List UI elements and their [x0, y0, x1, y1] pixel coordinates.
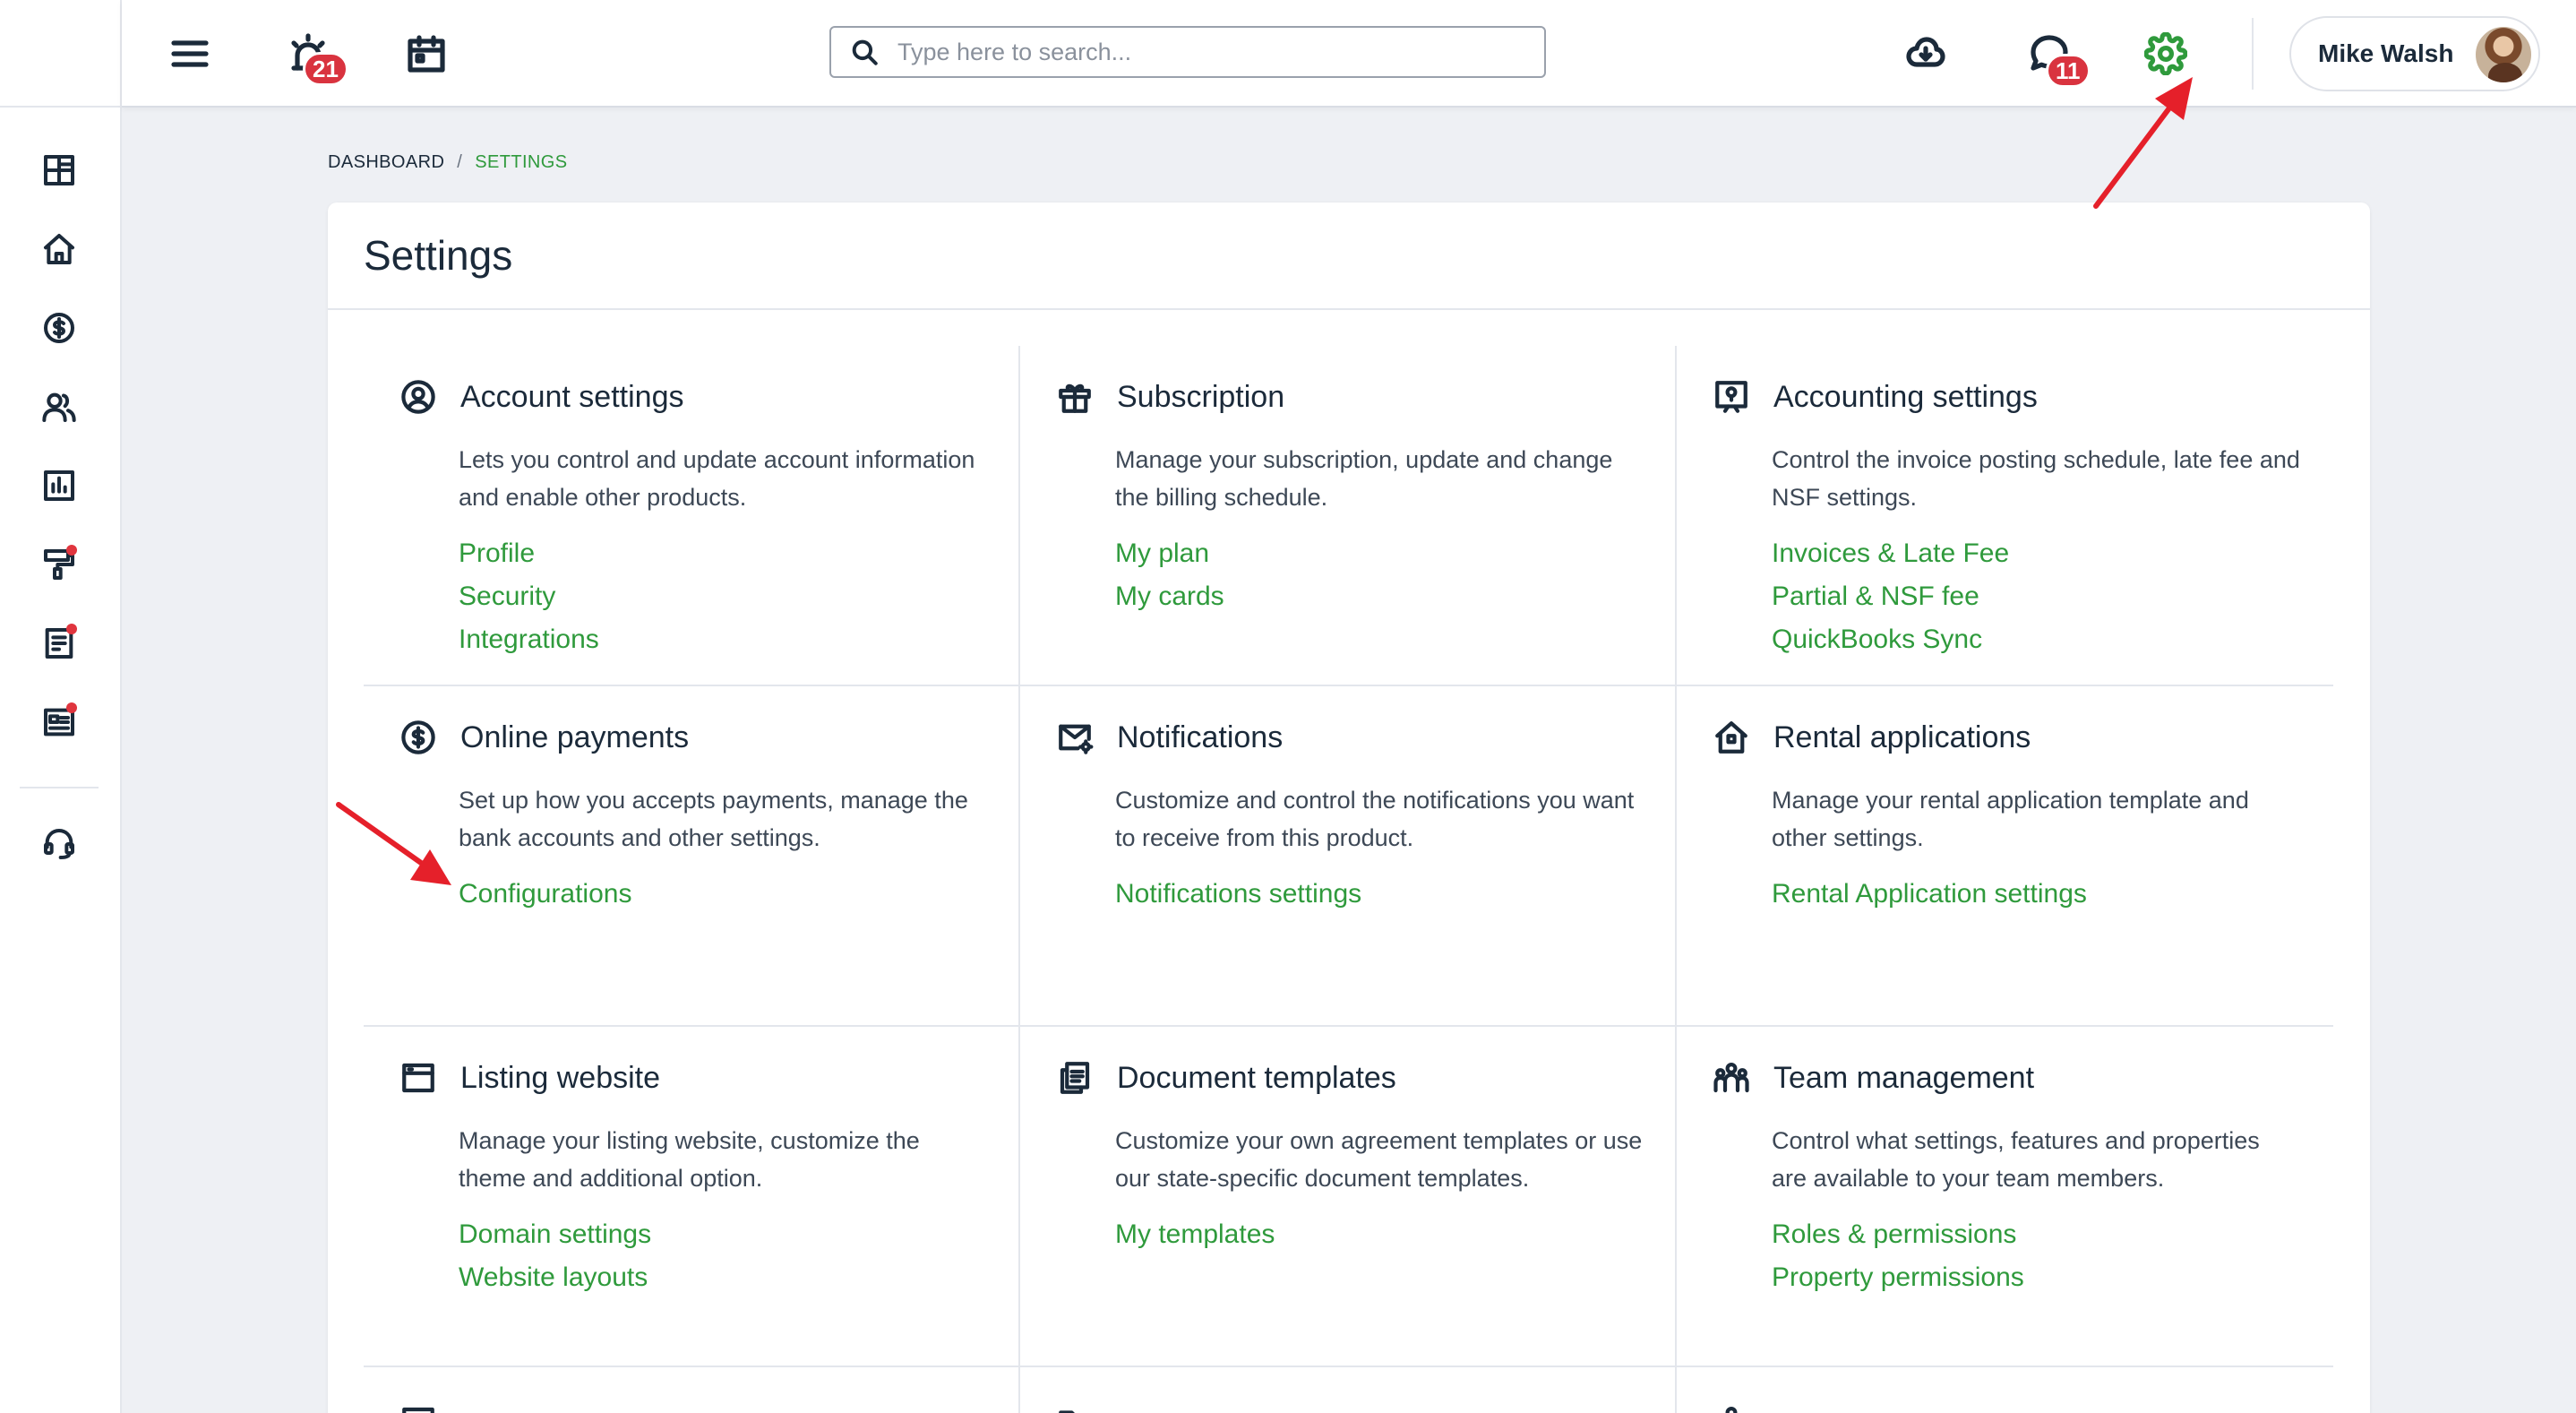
section-title: Account settings — [460, 379, 684, 414]
section-title: Listing website — [460, 1060, 661, 1095]
top-header: 21 11 Mike Walsh — [122, 0, 2576, 108]
section-description: Manage your rental application template … — [1772, 787, 2249, 851]
section-description: Control the invoice posting schedule, la… — [1772, 446, 2300, 511]
settings-card: Settings Account settings Lets you contr… — [328, 202, 2370, 1413]
user-circle-icon — [401, 380, 435, 414]
page-title: Settings — [364, 232, 513, 279]
settings-gear-icon[interactable] — [2139, 27, 2193, 81]
messages-badge: 11 — [2046, 54, 2091, 88]
breadcrumb-dashboard-link[interactable]: DASHBOARD — [328, 152, 444, 173]
sidebar-payments-icon[interactable] — [36, 305, 82, 351]
house-icon — [1715, 721, 1747, 754]
section-online-payments: Online payments Set up how you accepts p… — [364, 686, 1020, 1027]
alerts-badge: 21 — [303, 52, 348, 86]
search-icon — [852, 39, 878, 65]
sidebar-divider — [20, 787, 99, 788]
my-cards-link[interactable]: My cards — [1115, 575, 1224, 618]
sidebar-people-icon[interactable] — [36, 383, 82, 430]
section-description: Customize your own agreement templates o… — [1115, 1127, 1643, 1192]
section-title: Rental applications — [1773, 719, 2031, 754]
sidebar-home-icon[interactable] — [36, 226, 82, 272]
section-subscription: Subscription Manage your subscription, u… — [1020, 346, 1677, 686]
browser-window-icon — [402, 1063, 434, 1093]
folder-icon — [1059, 1410, 1075, 1413]
search-input[interactable] — [897, 38, 1524, 66]
section-accounting-settings: Accounting settings Control the invoice … — [1677, 346, 2333, 686]
breadcrumb-current: SETTINGS — [475, 152, 568, 172]
section-listing-website: Listing website Manage your listing webs… — [364, 1027, 1020, 1367]
section-title: Online payments — [460, 719, 690, 754]
my-plan-link[interactable]: My plan — [1115, 532, 1224, 575]
security-link[interactable]: Security — [459, 575, 599, 618]
configurations-link[interactable]: Configurations — [459, 873, 631, 916]
notification-dot — [66, 624, 77, 634]
notification-dot — [66, 702, 77, 713]
profile-link[interactable]: Profile — [459, 532, 599, 575]
section-description: Lets you control and update account info… — [459, 446, 975, 511]
sidebar-support-icon[interactable] — [36, 821, 82, 867]
section-description: Customize and control the notifications … — [1115, 787, 1635, 851]
documents-icon — [1060, 1062, 1090, 1094]
breadcrumb: DASHBOARD / SETTINGS — [328, 152, 567, 173]
section-partial-row — [364, 1367, 1020, 1413]
team-icon — [1713, 1063, 1749, 1093]
section-partial-row — [1020, 1367, 1677, 1413]
rental-application-settings-link[interactable]: Rental Application settings — [1772, 873, 2087, 916]
gift-icon — [1059, 383, 1091, 413]
header-divider — [2252, 18, 2254, 90]
invoices-late-fee-link[interactable]: Invoices & Late Fee — [1772, 532, 2009, 575]
calendar-icon[interactable] — [399, 27, 453, 81]
section-document-templates: Document templates Customize your own ag… — [1020, 1027, 1677, 1367]
notification-dot — [66, 545, 77, 556]
sidebar — [0, 0, 122, 1413]
alerts-button[interactable]: 21 — [281, 27, 348, 86]
sidebar-documents-icon[interactable] — [36, 620, 82, 667]
property-permissions-link[interactable]: Property permissions — [1772, 1256, 2024, 1299]
window-icon — [402, 1407, 434, 1413]
section-description: Set up how you accepts payments, manage … — [459, 787, 968, 851]
mail-gear-icon — [1059, 724, 1094, 754]
website-layouts-link[interactable]: Website layouts — [459, 1256, 651, 1299]
user-menu-button[interactable]: Mike Walsh — [2289, 16, 2540, 91]
domain-settings-link[interactable]: Domain settings — [459, 1213, 651, 1256]
sidebar-dashboard-icon[interactable] — [36, 147, 82, 194]
sidebar-listings-icon[interactable] — [36, 699, 82, 745]
accounting-icon — [1715, 381, 1747, 413]
roles-permissions-link[interactable]: Roles & permissions — [1772, 1213, 2024, 1256]
menu-icon[interactable] — [163, 27, 217, 81]
settings-card-header: Settings — [328, 202, 2370, 310]
integrations-link[interactable]: Integrations — [459, 618, 599, 661]
section-rental-applications: Rental applications Manage your rental a… — [1677, 686, 2333, 1027]
section-title: Subscription — [1117, 379, 1285, 414]
section-title: Accounting settings — [1773, 379, 2038, 414]
section-team-management: Team management Control what settings, f… — [1677, 1027, 2333, 1367]
dollar-circle-icon — [401, 720, 435, 754]
sidebar-maintenance-icon[interactable] — [36, 541, 82, 588]
section-account-settings: Account settings Lets you control and up… — [364, 346, 1020, 686]
user-name: Mike Walsh — [2318, 39, 2454, 67]
section-title: Team management — [1773, 1060, 2035, 1095]
download-cloud-icon[interactable] — [1899, 27, 1953, 81]
section-description: Manage your subscription, update and cha… — [1115, 446, 1613, 511]
messages-button[interactable]: 11 — [2022, 27, 2091, 88]
section-partial-row — [1677, 1367, 2333, 1413]
search-bar[interactable] — [829, 26, 1546, 78]
partial-nsf-fee-link[interactable]: Partial & NSF fee — [1772, 575, 2009, 618]
section-title: Notifications — [1117, 719, 1284, 754]
my-templates-link[interactable]: My templates — [1115, 1213, 1275, 1256]
section-description: Manage your listing website, customize t… — [459, 1127, 920, 1192]
quickbooks-sync-link[interactable]: QuickBooks Sync — [1772, 618, 2009, 661]
sidebar-logo-area — [0, 0, 120, 108]
section-description: Control what settings, features and prop… — [1772, 1127, 2260, 1192]
section-title: Document templates — [1117, 1060, 1396, 1095]
breadcrumb-separator: / — [457, 152, 463, 172]
notifications-settings-link[interactable]: Notifications settings — [1115, 873, 1361, 916]
section-notifications: Notifications Customize and control the … — [1020, 686, 1677, 1027]
affiliate-icon — [1725, 1407, 1738, 1413]
sidebar-reports-icon[interactable] — [36, 462, 82, 509]
avatar — [2474, 25, 2533, 84]
